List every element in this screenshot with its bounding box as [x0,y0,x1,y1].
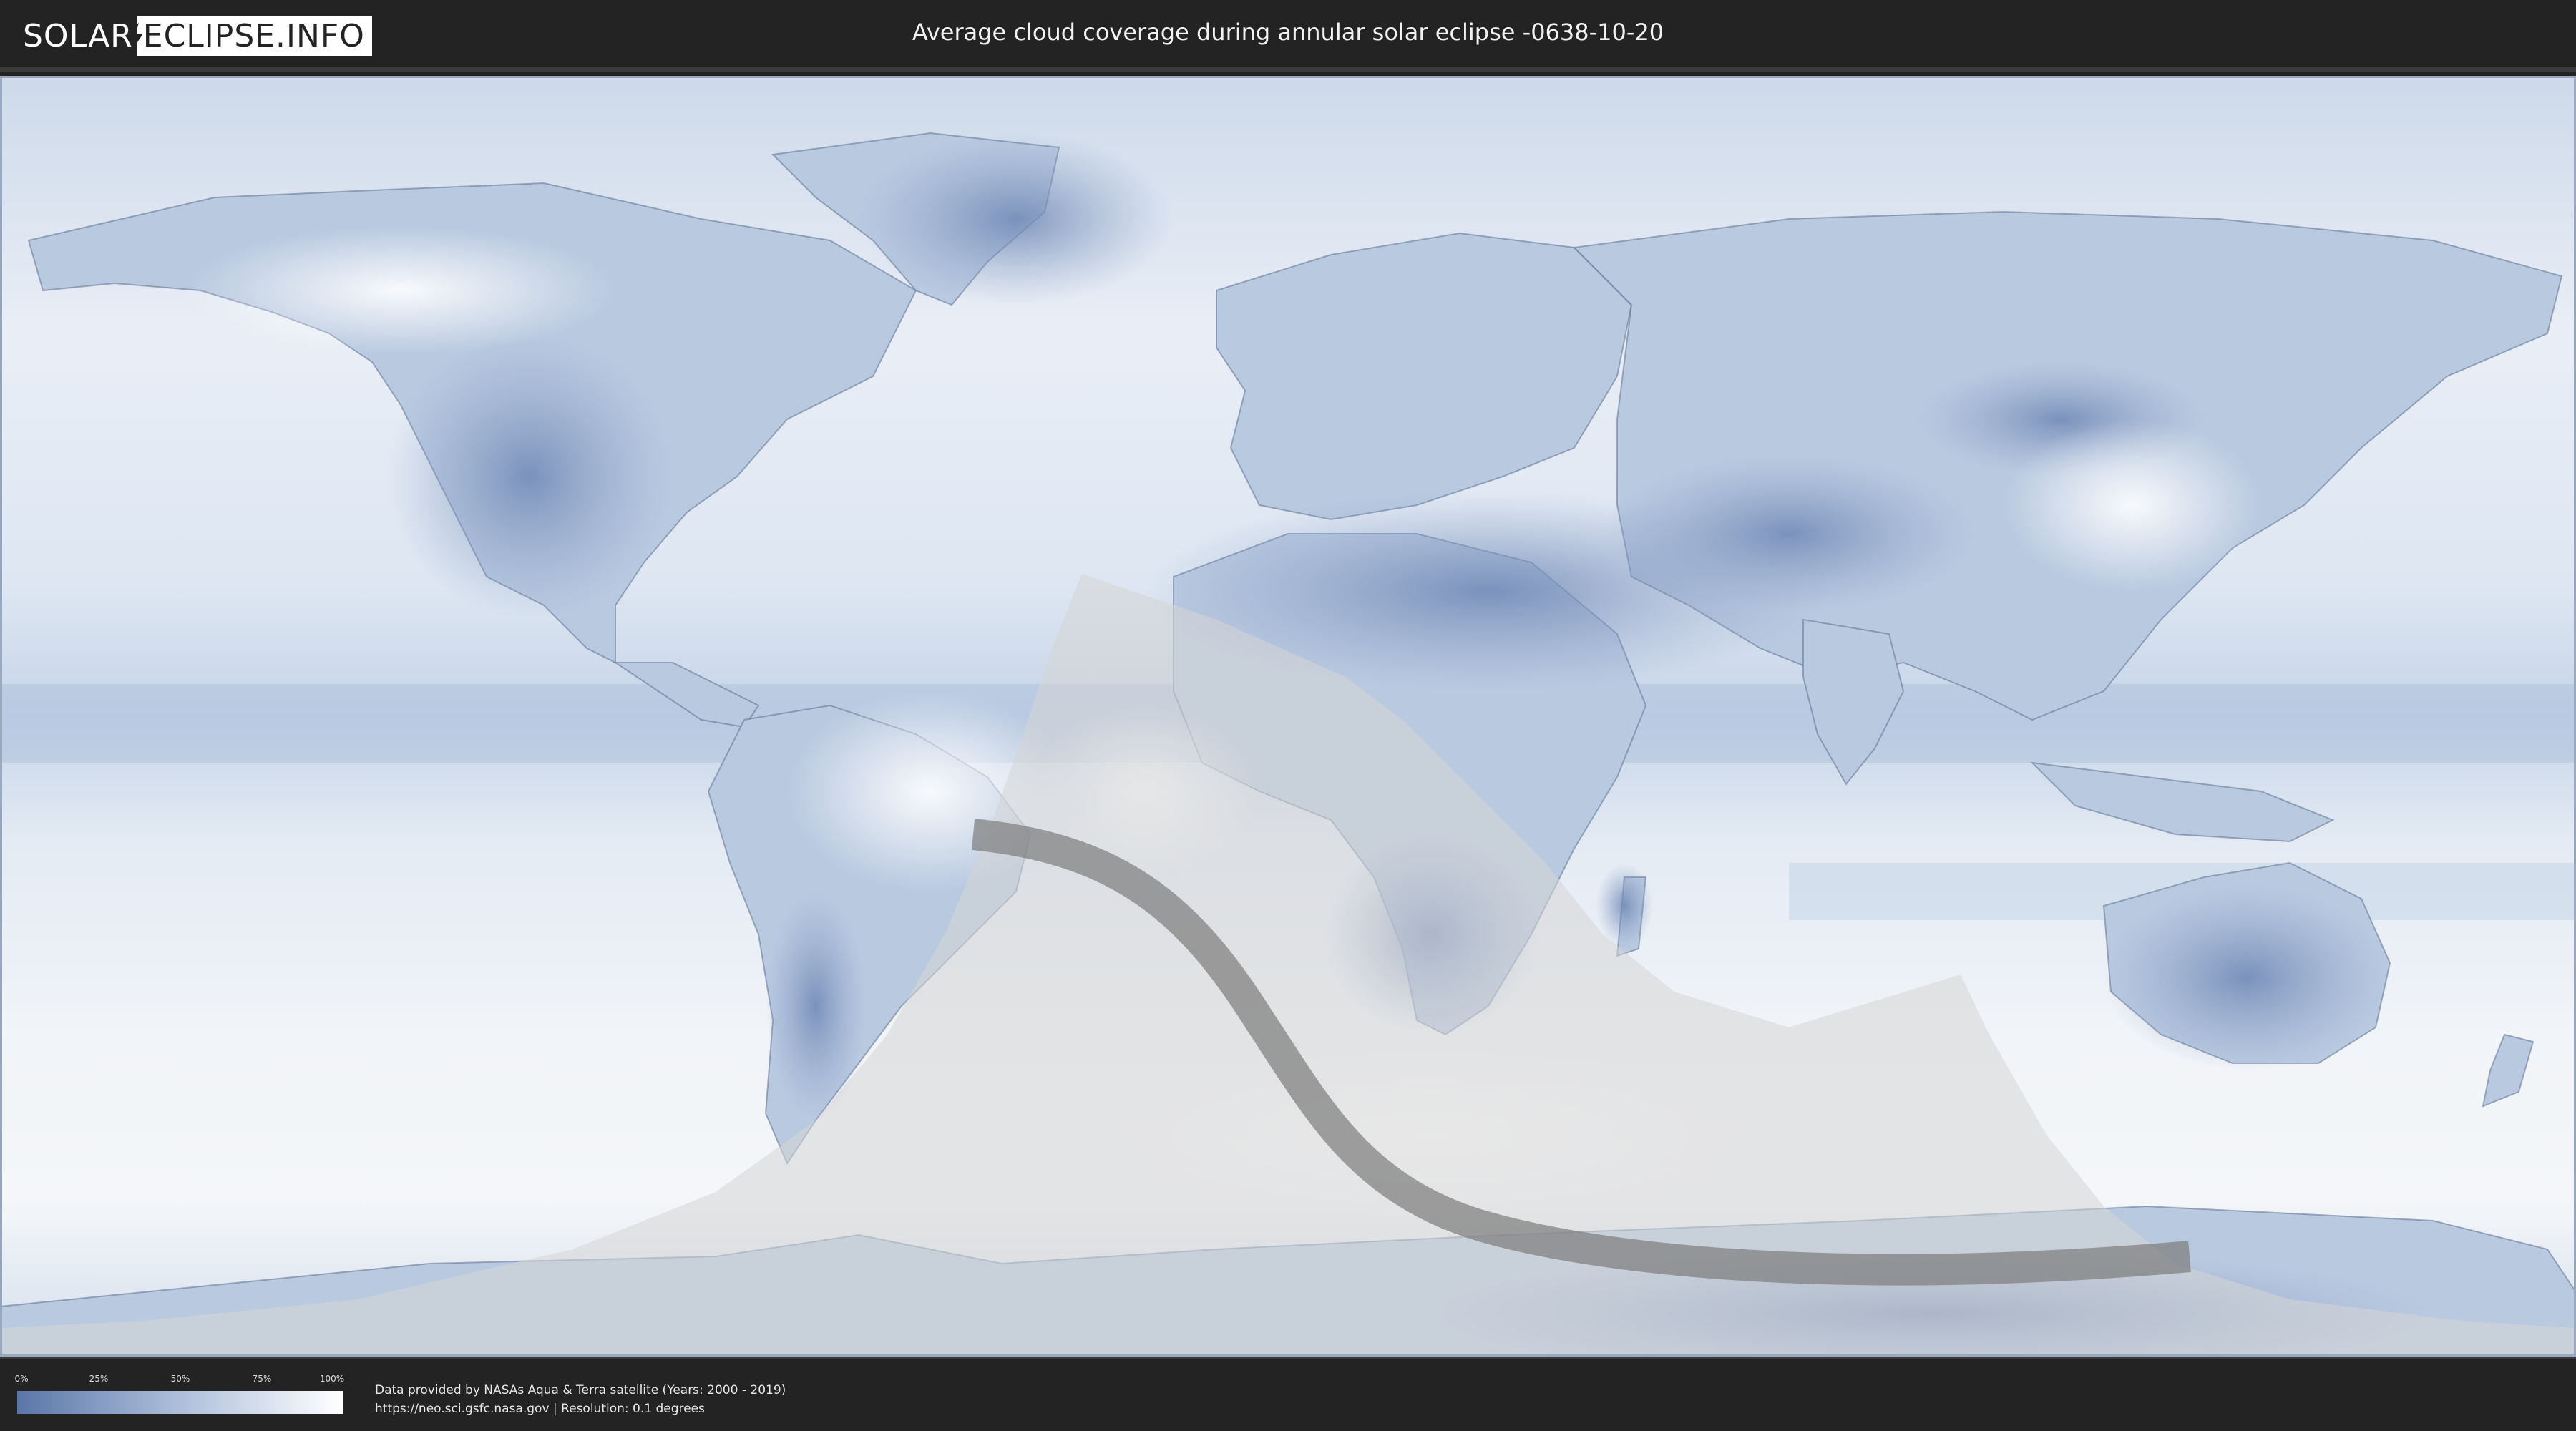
legend-tick-75: 75% [252,1374,272,1384]
page-title: Average cloud coverage during annular so… [912,19,1664,46]
legend-tick-50: 50% [170,1374,190,1384]
legend-tick-0: 0% [14,1374,29,1384]
legend-ticks: 0% 25% 50% 75% 100% [14,1374,345,1388]
credits-separator: | [549,1402,562,1416]
resolution-text: Resolution: 0.1 degrees [561,1402,705,1416]
legend-tick-25: 25% [89,1374,109,1384]
credits-line-1: Data provided by NASAs Aqua & Terra sate… [375,1383,786,1397]
credits-line-2: https://neo.sci.gsfc.nasa.gov | Resoluti… [375,1400,786,1418]
world-map[interactable] [0,76,2576,1357]
nasa-neo-link[interactable]: https://neo.sci.gsfc.nasa.gov [375,1402,550,1416]
cloud-coverage-map [0,76,2576,1357]
page: SOLAR ECLIPSE.INFO Average cloud coverag… [0,0,2576,1431]
cloud-coverage-legend: 0% 25% 50% 75% 100% [14,1374,345,1417]
legend-tick-100: 100% [319,1374,345,1384]
footer: 0% 25% 50% 75% 100% Data provided by NAS… [0,1357,2576,1431]
header: SOLAR ECLIPSE.INFO Average cloud coverag… [0,0,2576,72]
data-credits: Data provided by NASAs Aqua & Terra sate… [375,1381,786,1418]
legend-gradient-bar [17,1391,343,1414]
